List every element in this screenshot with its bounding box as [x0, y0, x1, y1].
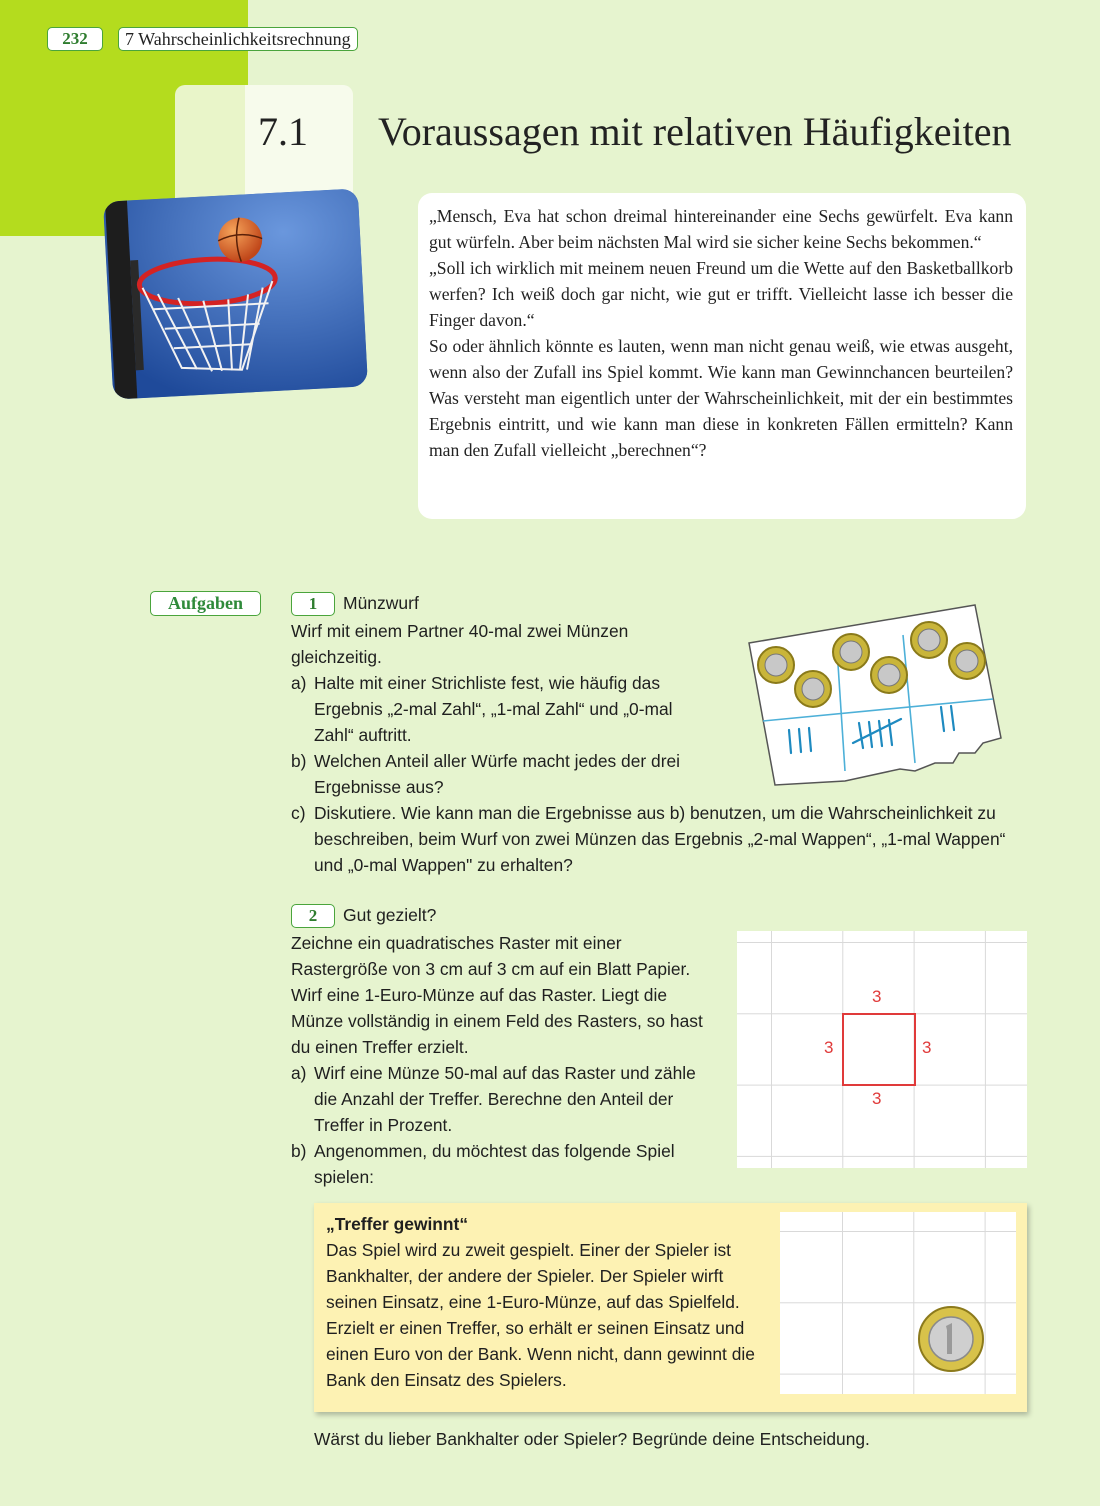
grid-dimension-label: 3: [922, 1038, 932, 1057]
task-number: 2: [291, 904, 335, 928]
task-intro: Wirf mit einem Partner 40-mal zwei Münze…: [291, 621, 629, 667]
item-label: b): [291, 1141, 307, 1161]
task-intro: Zeichne ein quadratisches Raster mit ein…: [291, 933, 703, 1057]
grid-dimension-label: 3: [872, 987, 882, 1006]
task-title: Münzwurf: [343, 593, 419, 613]
grid-dimension-label: 3: [824, 1038, 834, 1057]
task-number: 1: [291, 592, 335, 616]
task-item-row: c) Diskutiere. Wie kann man die Ergebniss…: [291, 800, 1036, 878]
grid-dimension-label: 3: [872, 1089, 882, 1108]
intro-paragraph: „Soll ich wirklich mit meinem neuen Freu…: [429, 258, 1013, 330]
game-text: Das Spiel wird zu zweit gespielt. Einer …: [326, 1240, 755, 1390]
item-label: c): [291, 803, 306, 823]
task-item: Wirf eine Münze 50-mal auf das Raster un…: [314, 1063, 696, 1135]
chapter-label: 7 Wahrscheinlichkeitsrechnung: [118, 27, 358, 51]
intro-text-box: „Mensch, Eva hat schon dreimal hinterein…: [418, 193, 1026, 519]
section-number: 7.1: [258, 109, 308, 154]
task-item: Welchen Anteil aller Würfe macht jedes d…: [314, 751, 681, 797]
aufgaben-label: Aufgaben: [150, 591, 261, 616]
task-title: Gut gezielt?: [343, 905, 437, 925]
final-question: Wärst du lieber Bankhalter oder Spieler?…: [314, 1429, 870, 1449]
tally-sheet-illustration: [745, 603, 1005, 788]
intro-paragraph: „Mensch, Eva hat schon dreimal hinterein…: [429, 206, 1013, 252]
section-title: Voraussagen mit relativen Häufigkeiten: [378, 109, 1012, 154]
task-item: Diskutiere. Wie kann man die Ergebnisse …: [314, 803, 1006, 875]
task-item: Angenommen, du möchtest das folgende Spi…: [314, 1141, 675, 1187]
item-label: a): [291, 673, 307, 693]
grid-cell-highlight: [842, 1013, 916, 1086]
intro-paragraph: So oder ähnlich könnte es lauten, wenn m…: [429, 336, 1013, 460]
task-body: Zeichne ein quadratisches Raster mit ein…: [291, 930, 716, 1190]
euro-coin-icon: [918, 1306, 984, 1372]
task-item: Halte mit einer Strichliste fest, wie hä…: [314, 673, 673, 745]
basketball-photo: [102, 188, 369, 400]
task-body: Wirf mit einem Partner 40-mal zwei Münze…: [291, 618, 701, 800]
game-title: „Treffer gewinnt“: [326, 1214, 469, 1234]
item-label: b): [291, 751, 307, 771]
item-label: a): [291, 1063, 307, 1083]
page-number: 232: [47, 27, 103, 51]
